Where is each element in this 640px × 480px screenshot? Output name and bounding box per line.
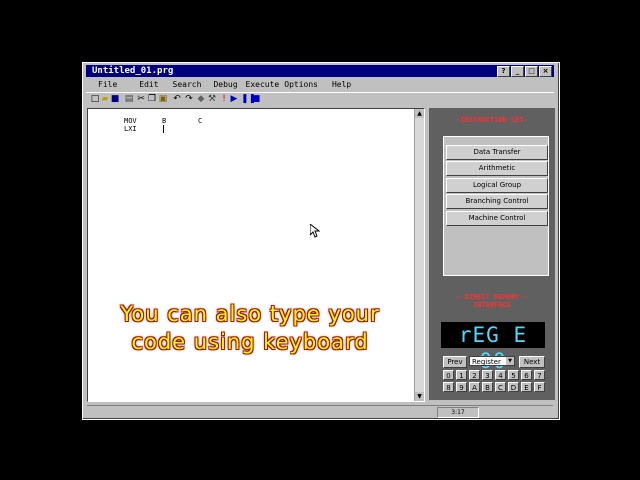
hex-key-2[interactable]: 2 (469, 370, 480, 380)
chevron-down-icon[interactable]: ▼ (506, 357, 514, 365)
stop-icon[interactable]: ■ (251, 94, 261, 105)
menu-bar: File Edit Search Debug Execute Options H… (86, 78, 554, 91)
hex-key-1[interactable]: 1 (456, 370, 467, 380)
title-bar[interactable]: Untitled_01.prg ? _ □ × (86, 65, 554, 77)
instruction-set-header: -INSTRUCTION SET- (456, 116, 528, 124)
minimize-button[interactable]: _ (511, 66, 524, 77)
hex-key-e[interactable]: E (521, 382, 532, 392)
print-icon[interactable]: ▤ (124, 94, 134, 105)
arithmetic-button[interactable]: Arithmetic (446, 161, 548, 176)
cut-icon[interactable]: ✂ (136, 94, 146, 105)
menu-options[interactable]: Options (284, 78, 318, 91)
paste-icon[interactable]: ▣ (158, 94, 168, 105)
build-icon[interactable]: ⚒ (207, 94, 217, 105)
text-caret (163, 125, 164, 133)
menu-debug[interactable]: Debug (213, 78, 237, 91)
ide-window: Untitled_01.prg ? _ □ × File Edit Search… (82, 62, 560, 420)
hex-key-7[interactable]: 7 (534, 370, 545, 380)
register-select-value: Register (472, 358, 501, 366)
menu-help[interactable]: Help (332, 78, 351, 91)
menu-file[interactable]: File (98, 78, 117, 91)
hex-key-6[interactable]: 6 (521, 370, 532, 380)
hex-key-b[interactable]: B (482, 382, 493, 392)
window-controls: ? _ □ × (497, 66, 552, 77)
menu-search[interactable]: Search (173, 78, 202, 91)
open-folder-icon[interactable]: ▰ (100, 94, 110, 105)
hex-key-3[interactable]: 3 (482, 370, 493, 380)
code-token-op: MOV (124, 117, 137, 125)
mouse-pointer-icon (310, 224, 320, 238)
hex-key-c[interactable]: C (495, 382, 506, 392)
code-editor[interactable]: MOV B C LXI ▲ ▼ (87, 108, 425, 402)
copy-icon[interactable]: ❐ (147, 94, 157, 105)
close-button[interactable]: × (539, 66, 552, 77)
compile-icon[interactable]: ◆ (196, 94, 206, 105)
menu-edit[interactable]: Edit (139, 78, 158, 91)
code-token-a1: B (162, 117, 167, 125)
machine-control-button[interactable]: Machine Control (446, 211, 548, 226)
help-button[interactable]: ? (497, 66, 510, 77)
maximize-button[interactable]: □ (525, 66, 538, 77)
new-file-icon[interactable]: □ (90, 94, 100, 105)
hex-key-0[interactable]: 0 (443, 370, 454, 380)
instruction-set-box: Data Transfer Arithmetic Logical Group B… (443, 136, 549, 276)
toolbar: □ ▰ ■ ▤ ✂ ❐ ▣ ↶ ↷ ◆ ⚒! ▶ ❚❚ ■ (86, 92, 554, 107)
hex-key-9[interactable]: 9 (456, 382, 467, 392)
dmi-header-sub: INTERFACE (473, 301, 511, 309)
logical-group-button[interactable]: Logical Group (446, 178, 548, 193)
register-select[interactable]: Register ▼ (469, 356, 515, 366)
hex-key-f[interactable]: F (534, 382, 545, 392)
hex-key-8[interactable]: 8 (443, 382, 454, 392)
right-panel: -INSTRUCTION SET- Data Transfer Arithmet… (429, 108, 555, 400)
hex-key-d[interactable]: D (508, 382, 519, 392)
vertical-scrollbar[interactable]: ▲ ▼ (414, 109, 424, 401)
run-icon[interactable]: ▶ (229, 94, 239, 105)
data-transfer-button[interactable]: Data Transfer (446, 145, 548, 160)
undo-icon[interactable]: ↶ (172, 94, 182, 105)
hex-key-4[interactable]: 4 (495, 370, 506, 380)
scroll-down-icon[interactable]: ▼ (415, 392, 424, 401)
code-token-op: LXI (124, 125, 137, 133)
scroll-up-icon[interactable]: ▲ (415, 109, 424, 118)
window-title: Untitled_01.prg (92, 66, 174, 76)
hex-key-a[interactable]: A (469, 382, 480, 392)
caption-line-1: You can also type your (120, 302, 380, 326)
cursor-position: 3:17 (437, 407, 479, 418)
prev-button[interactable]: Prev (443, 356, 467, 368)
hex-key-grid: 01234567 89ABCDEF (443, 370, 545, 392)
dmi-header: - DIRECT MEMORY - (456, 293, 528, 301)
code-token-a2: C (198, 117, 203, 125)
next-button[interactable]: Next (519, 356, 545, 368)
redo-icon[interactable]: ↷ (184, 94, 194, 105)
code-line: MOV B C (124, 117, 202, 125)
pause-icon[interactable]: ❚❚ (241, 94, 256, 105)
save-icon[interactable]: ■ (110, 94, 120, 105)
error-icon[interactable]: ! (219, 94, 229, 105)
branching-control-button[interactable]: Branching Control (446, 194, 548, 209)
menu-execute[interactable]: Execute (246, 78, 280, 91)
register-display: rEG E 00 (441, 322, 545, 373)
hex-key-5[interactable]: 5 (508, 370, 519, 380)
caption-line-2: code using keyboard (131, 330, 369, 354)
status-bar: 3:17 (87, 405, 553, 418)
